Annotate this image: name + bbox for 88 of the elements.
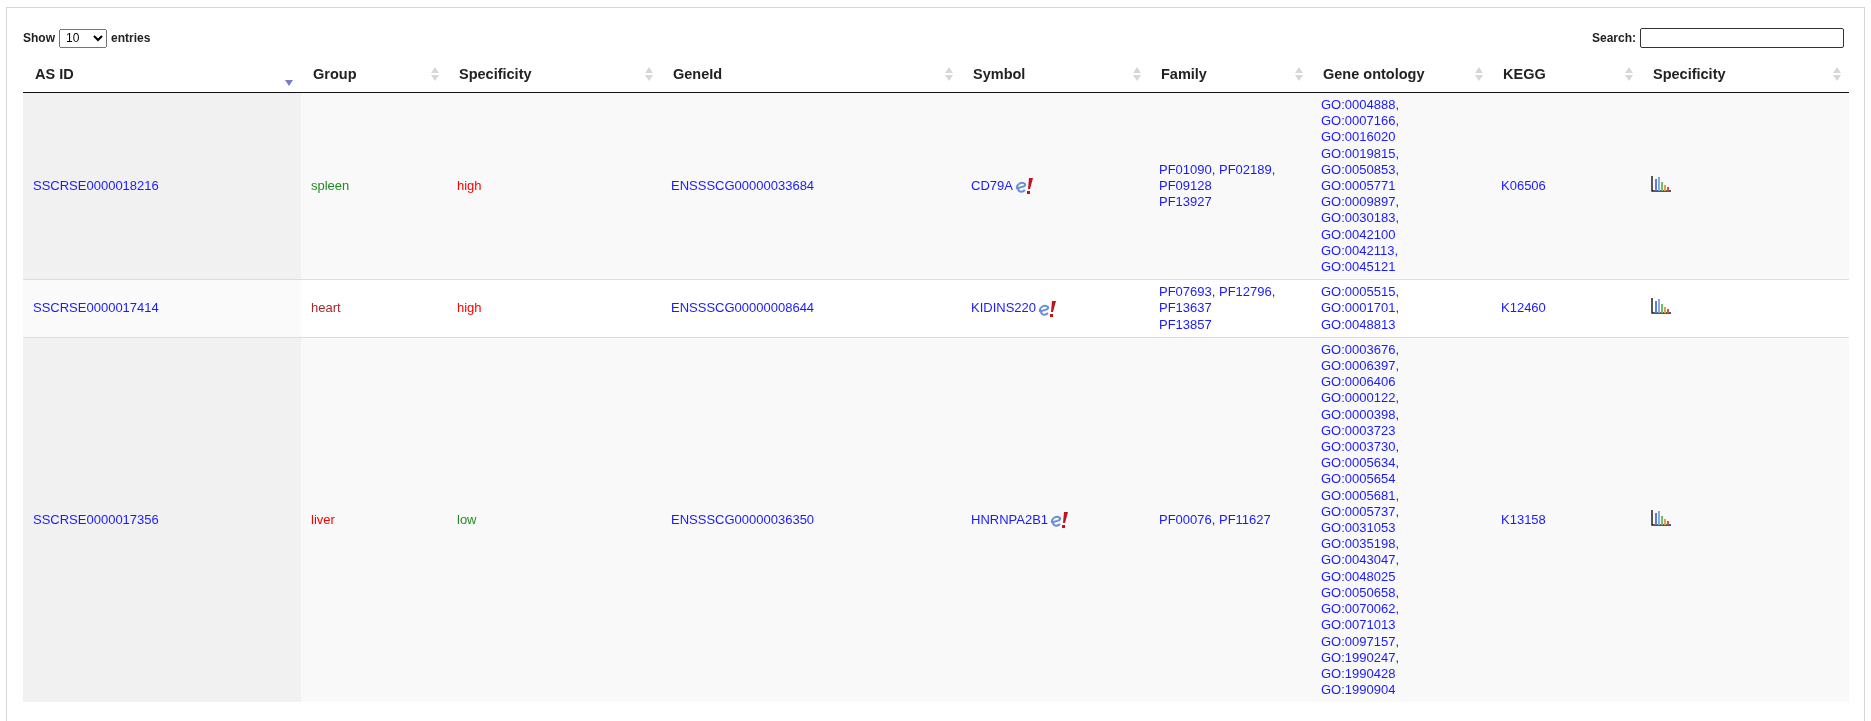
column-header[interactable]: Specificity xyxy=(1641,55,1849,93)
sort-icon xyxy=(431,66,439,81)
family-link[interactable]: PF07693, PF12796, xyxy=(1159,284,1276,300)
gene-ontology-link[interactable]: GO:0042100 xyxy=(1321,226,1396,242)
gene-ontology-link[interactable]: GO:0000122, xyxy=(1321,390,1400,406)
gene-ontology-link[interactable]: GO:1990904 xyxy=(1321,682,1396,698)
gene-ontology-link[interactable]: GO:0045121 xyxy=(1321,259,1396,275)
gene-id-link[interactable]: ENSSSCG00000036350 xyxy=(671,511,815,527)
bar-chart-icon[interactable] xyxy=(1651,298,1671,315)
family-link[interactable]: PF13637 xyxy=(1159,300,1212,316)
column-header[interactable]: Group xyxy=(301,55,447,93)
gene-id-link[interactable]: ENSSSCG00000008644 xyxy=(671,300,815,316)
column-header[interactable]: GeneId xyxy=(661,55,961,93)
sort-icon xyxy=(1133,66,1141,81)
family-link[interactable]: PF09128 xyxy=(1159,178,1212,193)
bar-chart-icon[interactable] xyxy=(1651,509,1671,526)
gene-ontology-link[interactable]: GO:0005654 xyxy=(1321,471,1396,487)
gene-ontology-link[interactable]: GO:0003723 xyxy=(1321,422,1396,438)
kegg-link[interactable]: K12460 xyxy=(1501,300,1546,316)
gene-ontology-link[interactable]: GO:0043047, xyxy=(1321,552,1400,568)
gene-ontology-link[interactable]: GO:0035198, xyxy=(1321,536,1400,552)
specificity-text: high xyxy=(457,300,482,316)
gene-ontology-link[interactable]: GO:0042113, xyxy=(1321,242,1399,258)
gene-ontology-link[interactable]: GO:0005737, xyxy=(1321,503,1400,519)
gene-ontology-link[interactable]: GO:0005515, xyxy=(1321,284,1400,300)
symbol-link[interactable]: CD79A xyxy=(971,178,1013,195)
gene-ontology-link[interactable]: GO:0005681, xyxy=(1321,487,1400,503)
sort-icon xyxy=(945,66,953,81)
sort-icon xyxy=(1295,66,1303,81)
gene-ontology-link[interactable]: GO:0001701, xyxy=(1321,300,1400,316)
gene-ontology-link[interactable]: GO:0006397, xyxy=(1321,358,1400,374)
as-id-link[interactable]: SSCRSE0000017356 xyxy=(33,511,159,527)
gene-ontology-link[interactable]: GO:0005771 xyxy=(1321,178,1396,193)
symbol-link[interactable]: KIDINS220 xyxy=(971,300,1037,317)
column-header[interactable]: Family xyxy=(1149,55,1311,93)
family-link[interactable]: PF13857 xyxy=(1159,316,1212,332)
kegg-link[interactable]: K06506 xyxy=(1501,178,1546,193)
entries-label: entries xyxy=(111,31,151,45)
gene-ontology-link[interactable]: GO:0004888, xyxy=(1321,97,1400,112)
gene-ontology-link[interactable]: GO:0048025 xyxy=(1321,568,1396,584)
sort-icon xyxy=(645,66,653,81)
column-header[interactable]: Gene ontology xyxy=(1311,55,1491,93)
sort-icon xyxy=(1475,66,1483,81)
ensembl-logo-icon[interactable] xyxy=(1013,176,1036,197)
gene-ontology-link[interactable]: GO:0019815, xyxy=(1321,145,1400,161)
gene-ontology-link[interactable]: GO:0016020 xyxy=(1321,129,1396,145)
gene-ontology-link[interactable]: GO:0000398, xyxy=(1321,406,1400,422)
family-link[interactable]: PF00076, PF11627 xyxy=(1159,511,1271,527)
group-text: liver xyxy=(311,511,335,527)
gene-ontology-link[interactable]: GO:0005634, xyxy=(1321,455,1400,471)
column-header[interactable]: AS ID xyxy=(23,55,301,93)
gene-id-link[interactable]: ENSSSCG00000033684 xyxy=(671,178,815,193)
search-field[interactable] xyxy=(1640,28,1844,48)
show-label: Show xyxy=(23,31,55,45)
entries-select[interactable]: 10 xyxy=(59,28,107,48)
gene-ontology-link[interactable]: GO:1990428 xyxy=(1321,665,1396,681)
as-id-link[interactable]: SSCRSE0000018216 xyxy=(33,178,159,193)
sort-icon xyxy=(1625,66,1633,81)
gene-ontology-link[interactable]: GO:0009897, xyxy=(1321,194,1400,210)
gene-ontology-link[interactable]: GO:0003730, xyxy=(1321,439,1400,455)
gene-ontology-link[interactable]: GO:0050658, xyxy=(1321,584,1400,600)
gene-ontology-link[interactable]: GO:0050853, xyxy=(1321,161,1400,177)
family-link[interactable]: PF13927 xyxy=(1159,194,1212,210)
gene-ontology-link[interactable]: GO:0030183, xyxy=(1321,210,1400,226)
gene-ontology-link[interactable]: GO:1990247, xyxy=(1321,649,1400,665)
specificity-text: low xyxy=(457,511,477,527)
specificity-text: high xyxy=(457,178,482,193)
group-text: heart xyxy=(311,300,341,316)
gene-ontology-link[interactable]: GO:0007166, xyxy=(1321,113,1400,129)
family-link[interactable]: PF01090, PF02189, xyxy=(1159,161,1276,177)
gene-ontology-link[interactable]: GO:0097157, xyxy=(1321,633,1400,649)
gene-ontology-link[interactable]: GO:0048813 xyxy=(1321,316,1396,332)
as-id-link[interactable]: SSCRSE0000017414 xyxy=(33,300,159,316)
sort-descending-icon xyxy=(285,80,293,86)
gene-ontology-link[interactable]: GO:0003676, xyxy=(1321,341,1400,357)
column-header[interactable]: Symbol xyxy=(961,55,1149,93)
symbol-link[interactable]: HNRNPA2B1 xyxy=(971,511,1049,529)
search-label: Search: xyxy=(1591,31,1636,45)
gene-ontology-link[interactable]: GO:0006406 xyxy=(1321,374,1396,390)
bar-chart-icon[interactable] xyxy=(1651,176,1671,192)
column-header[interactable]: KEGG xyxy=(1491,55,1641,93)
sort-icon xyxy=(1833,66,1841,81)
column-header[interactable]: Specificity xyxy=(447,55,661,93)
kegg-link[interactable]: K13158 xyxy=(1501,511,1546,527)
gene-ontology-link[interactable]: GO:0070062, xyxy=(1321,601,1400,617)
gene-ontology-link[interactable]: GO:0071013 xyxy=(1321,617,1396,633)
gene-ontology-link[interactable]: GO:0031053 xyxy=(1321,520,1396,536)
group-text: spleen xyxy=(311,178,350,193)
